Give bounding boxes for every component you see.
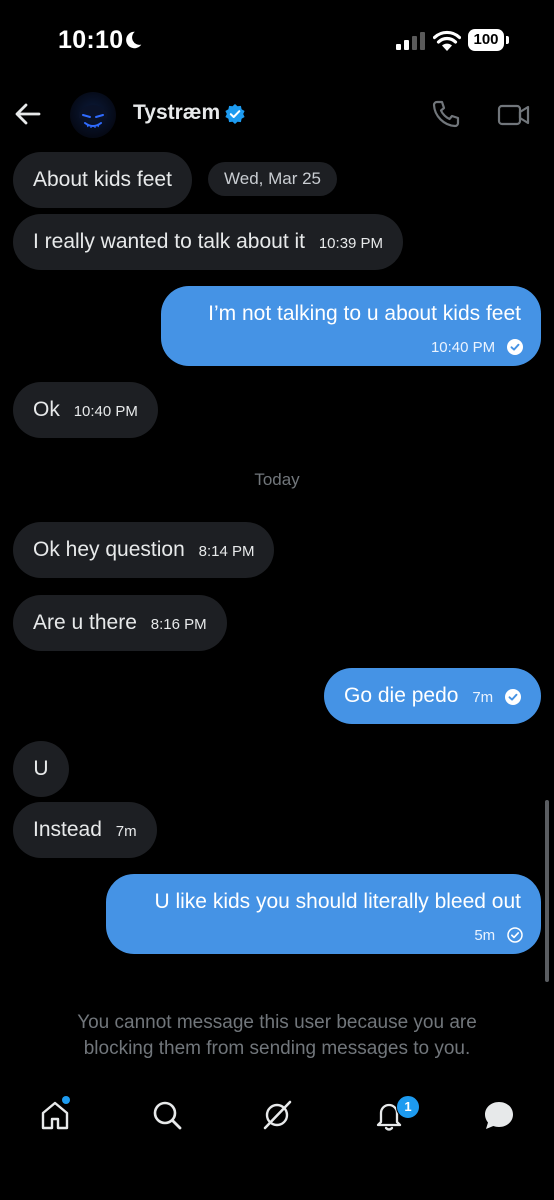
read-check-icon <box>507 339 523 355</box>
message-bubble-outgoing[interactable]: Go die pedo 7m <box>324 668 541 724</box>
message-bubble-outgoing[interactable]: I’m not talking to u about kids feet 10:… <box>161 286 541 366</box>
search-icon[interactable] <box>150 1098 184 1132</box>
message-time: 5m <box>474 927 496 944</box>
message-time: 8:16 PM <box>150 616 207 633</box>
message-time: 10:40 PM <box>430 339 496 356</box>
message-text: About kids feet <box>33 168 172 191</box>
message-time: 8:14 PM <box>198 543 255 560</box>
sent-check-icon <box>507 927 523 943</box>
message-text: Instead <box>33 818 102 841</box>
back-arrow-icon[interactable] <box>12 98 44 130</box>
message-text: U like kids you should literally bleed o… <box>154 890 521 913</box>
home-notification-dot <box>62 1096 70 1104</box>
grok-icon[interactable] <box>260 1098 294 1132</box>
message-time: 7m <box>115 823 137 840</box>
message-text: Ok <box>33 398 60 421</box>
message-bubble-incoming[interactable]: Ok 10:40 PM <box>13 382 158 438</box>
notifications-badge: 1 <box>396 1095 420 1119</box>
message-text: U <box>33 757 49 780</box>
battery-level: 100 <box>473 31 499 48</box>
read-check-icon <box>505 689 521 705</box>
signal-icon <box>396 32 425 50</box>
video-call-icon[interactable] <box>497 100 531 130</box>
message-bubble-incoming[interactable]: U <box>13 741 69 797</box>
date-chip: Wed, Mar 25 <box>208 162 338 196</box>
battery-indicator: 100 <box>468 29 510 53</box>
scrollbar[interactable] <box>545 800 549 982</box>
message-text: Go die pedo <box>344 684 459 707</box>
verified-badge-icon <box>225 104 245 124</box>
message-text: Are u there <box>33 611 137 634</box>
message-time: 10:39 PM <box>318 235 384 252</box>
contact-name[interactable]: Tystræm <box>133 101 220 125</box>
moon-icon <box>126 31 142 49</box>
message-bubble-incoming[interactable]: About kids feet <box>13 152 192 208</box>
message-time: 7m <box>472 689 494 706</box>
message-bubble-outgoing[interactable]: U like kids you should literally bleed o… <box>106 874 541 954</box>
message-bubble-incoming[interactable]: Instead 7m <box>13 802 157 858</box>
avatar[interactable] <box>70 92 116 138</box>
avatar-mask-icon <box>79 105 107 128</box>
wifi-icon <box>433 30 461 51</box>
message-bubble-incoming[interactable]: I really wanted to talk about it 10:39 P… <box>13 214 404 270</box>
message-text: Ok hey question <box>33 538 185 561</box>
status-time: 10:10 <box>58 26 124 54</box>
phone-call-icon[interactable] <box>430 98 462 130</box>
blocked-notice: You cannot message this user because you… <box>77 1012 477 1059</box>
message-text: I’m not talking to u about kids feet <box>208 302 521 325</box>
message-bubble-incoming[interactable]: Are u there 8:16 PM <box>13 595 227 651</box>
message-time: 10:40 PM <box>73 403 138 420</box>
message-bubble-incoming[interactable]: Ok hey question 8:14 PM <box>13 522 275 578</box>
messages-icon[interactable] <box>482 1098 516 1132</box>
day-separator: Today <box>254 470 300 489</box>
message-text: I really wanted to talk about it <box>33 230 305 253</box>
